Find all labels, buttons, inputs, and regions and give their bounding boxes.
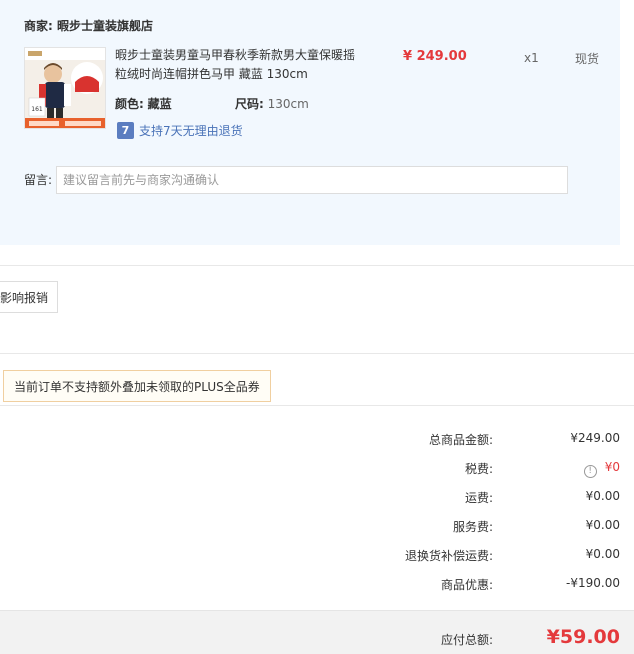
- note-label: 留言:: [24, 173, 53, 187]
- summary-value-tax: ! ¥0: [583, 460, 620, 478]
- summary-row-discount: 商品优惠: -¥190.00: [0, 576, 634, 596]
- section-divider: [0, 353, 634, 354]
- return-policy-icon: 7: [117, 122, 134, 139]
- seller-note-input[interactable]: [56, 166, 568, 194]
- product-photo-icon: 161: [25, 48, 105, 128]
- seven-day-return-link[interactable]: 7 支持7天无理由退货: [117, 122, 243, 139]
- tax-value: ¥0: [604, 460, 620, 474]
- summary-label: 服务费:: [452, 520, 493, 534]
- shop-label: 商家:: [24, 19, 53, 33]
- summary-value: -¥190.00: [566, 576, 620, 590]
- product-quantity: x1: [524, 51, 539, 65]
- return-policy-text: 支持7天无理由退货: [139, 124, 243, 138]
- color-value: 藏蓝: [147, 97, 172, 111]
- plus-coupon-notice: 当前订单不支持额外叠加未领取的PLUS全品券: [3, 370, 271, 402]
- summary-label: 总商品金额:: [428, 433, 493, 447]
- product-title[interactable]: 暇步士童装男童马甲春秋季新款男大童保暖摇粒绒时尚连帽拼色马甲 藏蓝 130cm: [115, 46, 365, 84]
- invoice-option-button[interactable]: 影响报销: [0, 281, 58, 313]
- summary-value: ¥0.00: [585, 489, 620, 503]
- summary-value: ¥0.00: [585, 518, 620, 532]
- summary-row-shipping: 运费: ¥0.00: [0, 489, 634, 509]
- color-attr: 颜色: 藏蓝: [115, 95, 172, 112]
- size-attr: 尺码: 130cm: [235, 95, 309, 112]
- summary-value: ¥0.00: [585, 547, 620, 561]
- summary-label: 税费:: [464, 462, 493, 476]
- size-label: 尺码:: [235, 97, 264, 111]
- summary-label: 运费:: [464, 491, 493, 505]
- image-badge-text: 161: [31, 106, 43, 113]
- summary-row-return-shipping: 退换货补偿运费: ¥0.00: [0, 547, 634, 567]
- total-label: 应付总额:: [440, 633, 493, 647]
- summary-label: 商品优惠:: [440, 578, 493, 592]
- info-icon[interactable]: !: [583, 465, 597, 478]
- summary-value: ¥249.00: [570, 431, 620, 445]
- shop-name[interactable]: 商家: 暇步士童装旗舰店: [24, 17, 153, 34]
- summary-row-service-fee: 服务费: ¥0.00: [0, 518, 634, 538]
- section-divider: [0, 405, 634, 406]
- shop-order-panel: 商家: 暇步士童装旗舰店 161 暇步士童装男童马甲春秋季新款男大童保暖摇粒绒时…: [0, 0, 620, 245]
- product-price: ¥ 249.00: [403, 49, 467, 64]
- total-amount: ¥59.00: [546, 626, 620, 648]
- size-value: 130cm: [267, 97, 309, 111]
- summary-row-goods-total: 总商品金额: ¥249.00: [0, 431, 634, 451]
- color-label: 颜色:: [115, 97, 144, 111]
- product-thumbnail[interactable]: 161: [24, 47, 106, 129]
- section-divider: [0, 265, 634, 266]
- payable-total-bar: 应付总额: ¥59.00: [0, 610, 634, 654]
- summary-label: 退换货补偿运费:: [404, 549, 493, 563]
- summary-row-tax: 税费: ! ¥0: [0, 460, 634, 480]
- shop-name-value[interactable]: 暇步士童装旗舰店: [57, 19, 153, 33]
- stock-status: 现货: [575, 52, 600, 66]
